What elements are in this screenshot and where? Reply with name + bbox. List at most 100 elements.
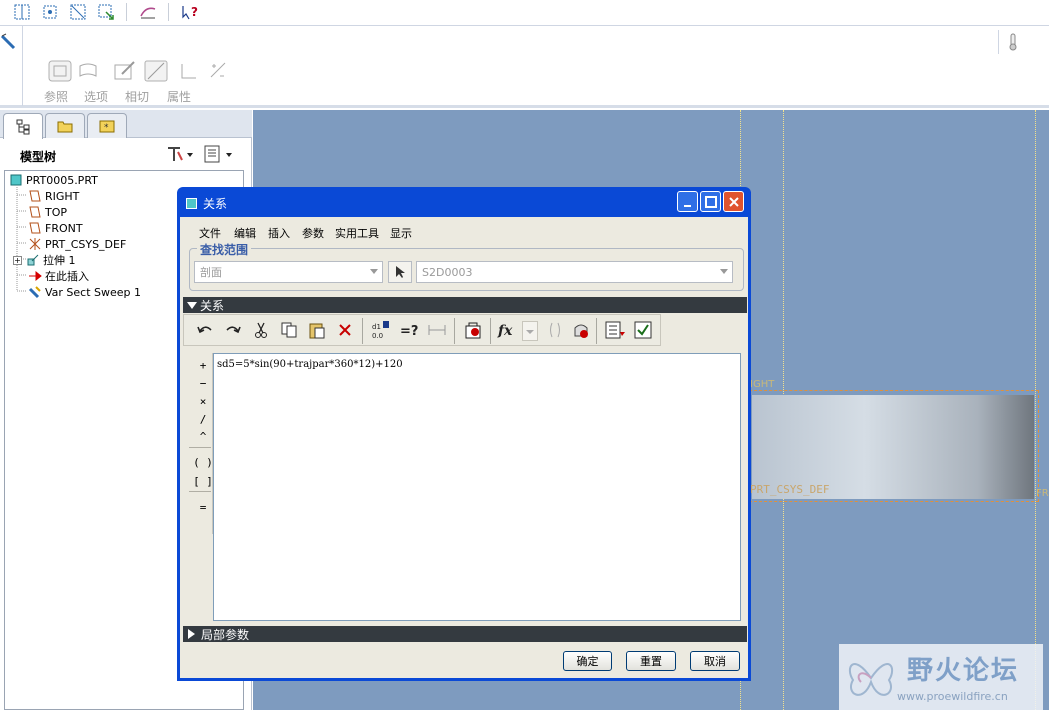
- verify-checkbox-icon[interactable]: [630, 317, 656, 343]
- view-display-icon[interactable]: [95, 1, 117, 23]
- relations-editor[interactable]: sd5=5*sin(90+trajpar*360*12)+120: [213, 353, 741, 621]
- operator-power[interactable]: ^: [193, 428, 213, 444]
- function-icon[interactable]: fx: [494, 317, 520, 343]
- tree-item-label: Var Sect Sweep 1: [45, 285, 142, 299]
- view-datum-icon[interactable]: [39, 1, 61, 23]
- options-button[interactable]: [72, 56, 104, 86]
- verify-relations-icon[interactable]: [460, 317, 486, 343]
- show-dimension-icon[interactable]: [602, 317, 628, 343]
- menu-parameters[interactable]: 参数: [302, 225, 324, 241]
- operator-equals[interactable]: =: [193, 499, 213, 515]
- top-toolbar: ?: [0, 0, 1049, 26]
- datum-label-right: IGHT: [750, 379, 775, 390]
- thermometer-icon[interactable]: [1004, 32, 1022, 52]
- dialog-title: 关系: [203, 196, 228, 211]
- cut-icon[interactable]: [248, 317, 274, 343]
- dialog-titlebar[interactable]: 关系: [180, 190, 748, 216]
- sweep-type-button[interactable]: [172, 56, 204, 86]
- model-tree-title: 模型树: [20, 150, 57, 164]
- local-parameters-header[interactable]: 局部参数: [183, 626, 747, 642]
- maximize-button[interactable]: [700, 191, 721, 212]
- relations-section-header[interactable]: 关系: [183, 297, 747, 313]
- svg-text:d1: d1: [372, 323, 381, 331]
- ok-button[interactable]: 确定: [563, 651, 612, 671]
- view-plane-icon[interactable]: [11, 1, 33, 23]
- evaluate-icon[interactable]: =?: [396, 317, 422, 343]
- lookin-item-select[interactable]: S2D0003: [416, 261, 733, 283]
- close-button[interactable]: [723, 191, 744, 212]
- folder-icon: [57, 121, 73, 133]
- operator-divide[interactable]: /: [193, 411, 213, 427]
- operator-palette: + − × / ^ ( ) [ ] =: [187, 353, 213, 534]
- cancel-button[interactable]: 取消: [690, 651, 740, 671]
- redo-icon[interactable]: [220, 317, 246, 343]
- sketch-icon[interactable]: [137, 1, 159, 23]
- function-dropdown[interactable]: [522, 321, 538, 341]
- relations-dialog: 关系 文件 编辑 插入 参数 实用工具 显示 查找范围 剖面 S2D0003 关…: [177, 187, 751, 681]
- menu-file[interactable]: 文件: [199, 225, 221, 241]
- tree-item-top[interactable]: TOP: [27, 204, 67, 220]
- tree-item-label: 拉伸 1: [43, 254, 76, 267]
- operator-minus[interactable]: −: [193, 375, 213, 391]
- tab-folder-browser[interactable]: [45, 113, 85, 138]
- operator-plus[interactable]: +: [193, 357, 213, 373]
- datum-plane-icon: [27, 189, 43, 203]
- tree-settings-button[interactable]: [164, 144, 196, 164]
- tangency-button[interactable]: [108, 56, 140, 86]
- context-help-icon[interactable]: ?: [179, 1, 201, 23]
- tree-show-button[interactable]: [202, 144, 238, 164]
- tree-item-label: PRT0005.PRT: [26, 173, 98, 187]
- tree-item-right[interactable]: RIGHT: [27, 188, 79, 204]
- lookin-type-select[interactable]: 剖面: [194, 261, 383, 283]
- operator-brackets[interactable]: [ ]: [193, 473, 213, 489]
- relations-toolbar: d1 0.0 =? fx: [183, 314, 661, 346]
- menu-display[interactable]: 显示: [390, 225, 412, 241]
- extrude-icon: [25, 253, 41, 267]
- locate-parameter-icon[interactable]: [568, 317, 594, 343]
- paste-icon[interactable]: [304, 317, 330, 343]
- tree-item-sweep[interactable]: Var Sect Sweep 1: [27, 284, 141, 300]
- feature-dashboard: 参照 选项 相切 属性: [0, 26, 1049, 108]
- view-csys-icon[interactable]: [67, 1, 89, 23]
- watermark-url: www.proewildfire.cn: [897, 690, 1008, 703]
- tree-item-insert-here[interactable]: 在此插入: [27, 268, 89, 284]
- delete-icon[interactable]: [332, 317, 358, 343]
- menu-insert[interactable]: 插入: [268, 225, 290, 241]
- datum-plane-icon: [27, 221, 43, 235]
- tab-favorites[interactable]: *: [87, 113, 127, 138]
- pointer-icon: [396, 266, 405, 278]
- datum-label-csys: PRT_CSYS_DEF: [750, 483, 830, 496]
- sweep-icon: [27, 285, 43, 299]
- relation-text[interactable]: sd5=5*sin(90+trajpar*360*12)+120: [217, 359, 403, 370]
- menu-utilities[interactable]: 实用工具: [335, 225, 379, 241]
- tree-item-extrude[interactable]: + 拉伸 1: [13, 252, 76, 268]
- properties-button[interactable]: [140, 56, 172, 86]
- undo-icon[interactable]: [192, 317, 218, 343]
- tree-item-label: PRT_CSYS_DEF: [45, 237, 127, 251]
- tree-item-front[interactable]: FRONT: [27, 220, 83, 236]
- tree-item-label: FRONT: [45, 221, 83, 235]
- select-pointer-button[interactable]: [388, 261, 412, 283]
- operator-parentheses[interactable]: ( ): [193, 454, 213, 470]
- measure-icon[interactable]: [424, 317, 450, 343]
- datum-plane-icon: [27, 205, 43, 219]
- butterfly-logo-icon: [848, 663, 894, 696]
- datum-label-front: FR: [1036, 488, 1049, 499]
- tree-item-csys[interactable]: PRT_CSYS_DEF: [27, 236, 126, 252]
- tangency-label: 相切: [125, 90, 150, 104]
- sort-relations-icon[interactable]: d1 0.0: [368, 317, 394, 343]
- remove-material-button[interactable]: [202, 56, 234, 86]
- lookin-group-title: 查找范围: [197, 241, 252, 258]
- operator-multiply[interactable]: ×: [193, 393, 213, 409]
- minimize-button[interactable]: [677, 191, 698, 212]
- close-icon: [728, 196, 739, 207]
- expand-toggle[interactable]: +: [13, 255, 22, 265]
- tab-model-tree[interactable]: [3, 113, 43, 139]
- copy-icon[interactable]: [276, 317, 302, 343]
- reset-button[interactable]: 重置: [626, 651, 676, 671]
- csys-icon: [27, 237, 43, 251]
- brackets-icon[interactable]: [542, 317, 568, 343]
- menu-edit[interactable]: 编辑: [234, 225, 256, 241]
- sweep-feature-icon: [0, 32, 22, 52]
- tree-item-root[interactable]: PRT0005.PRT: [8, 172, 98, 188]
